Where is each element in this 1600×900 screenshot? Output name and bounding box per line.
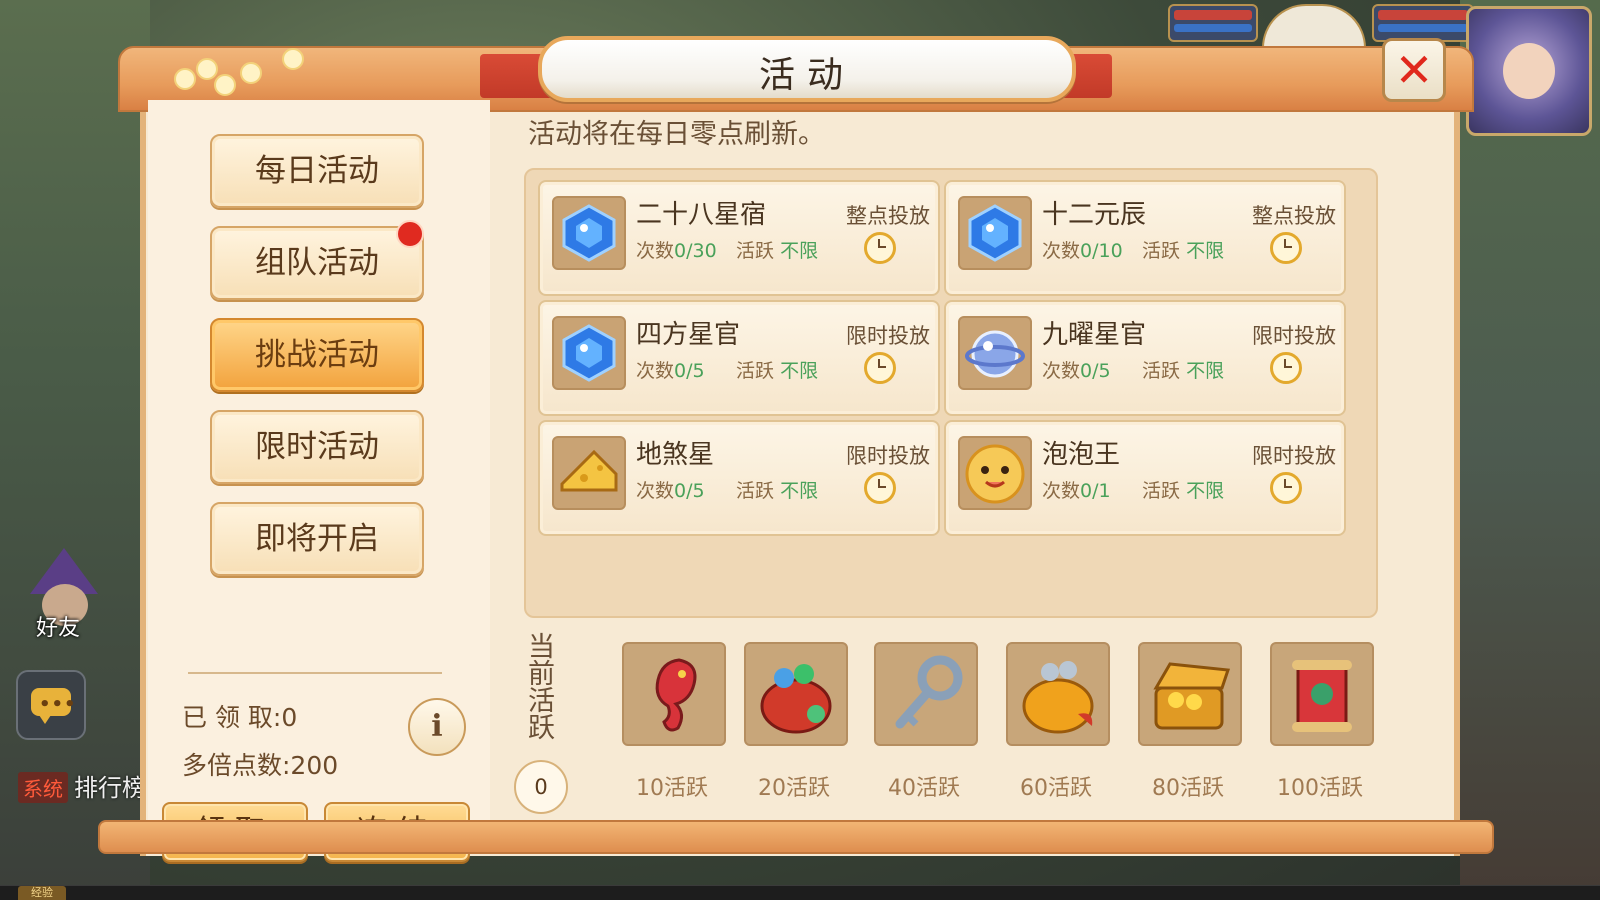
reward-chest-3[interactable]	[874, 642, 978, 746]
current-activity-value: 0	[514, 760, 568, 814]
coin-pot-icon	[1022, 661, 1094, 734]
reward-label: 40活跃	[888, 776, 960, 801]
activity-tag: 整点投放	[846, 204, 930, 228]
activity-count: 次数0/5	[636, 360, 705, 382]
activity-tag: 限时投放	[846, 444, 930, 468]
activity-name: 二十八星宿	[636, 200, 767, 230]
activity-count: 次数0/5	[636, 480, 705, 502]
activity-active: 活跃 不限	[736, 240, 819, 262]
reward-chest-5[interactable]	[1138, 642, 1242, 746]
tab-label: 限时活动	[255, 429, 379, 465]
plum-blossom-decoration	[154, 48, 314, 108]
activity-count: 次数0/10	[1042, 240, 1123, 262]
key-icon	[895, 655, 963, 729]
clock-icon	[864, 352, 896, 384]
activity-name: 泡泡王	[1042, 440, 1121, 470]
activity-tag: 限时投放	[846, 324, 930, 348]
title-plate: 活动	[538, 36, 1076, 102]
tab-label: 挑战活动	[255, 337, 379, 373]
treasure-chest-icon	[1153, 662, 1231, 730]
sidebar: 每日活动 组队活动 挑战活动 限时活动 即将开启 已 领 取:0 i 多倍点数:…	[148, 100, 490, 862]
chat-bubble-icon: •••	[31, 688, 76, 724]
blue-gem-icon	[958, 196, 1032, 270]
player-avatar[interactable]	[1466, 6, 1592, 136]
activity-card[interactable]: 二十八星宿 次数0/30 活跃 不限 整点投放	[538, 180, 940, 296]
exp-label: 经验	[18, 886, 66, 900]
tab-upcoming[interactable]: 即将开启	[210, 502, 424, 576]
activity-dialog: 活动 ✕ 每日活动 组队活动 挑战活动 限时活动 即将开启 已 领 取:0 i …	[98, 36, 1494, 874]
activity-tag: 整点投放	[1252, 204, 1336, 228]
activity-list: 二十八星宿 次数0/30 活跃 不限 整点投放 十二元辰 次数0/10 活跃 不…	[524, 168, 1378, 618]
clock-icon	[1270, 352, 1302, 384]
tab-daily[interactable]: 每日活动	[210, 134, 424, 208]
clock-icon	[1270, 232, 1302, 264]
tab-team[interactable]: 组队活动	[210, 220, 424, 300]
dialog-title: 活动	[758, 55, 855, 96]
reward-label: 10活跃	[636, 776, 708, 801]
tab-label: 组队活动	[255, 245, 379, 281]
activity-name: 地煞星	[636, 440, 715, 470]
activity-count: 次数0/30	[636, 240, 717, 262]
activity-card[interactable]: 泡泡王 次数0/1 活跃 不限 限时投放	[944, 420, 1346, 536]
tab-challenge[interactable]: 挑战活动	[210, 318, 424, 392]
notification-badge	[396, 220, 424, 248]
activity-name: 九曜星官	[1042, 320, 1147, 350]
orb-icon	[958, 316, 1032, 390]
reward-chest-1[interactable]	[622, 642, 726, 746]
activity-active: 活跃 不限	[1142, 360, 1225, 382]
system-tag: 系统	[18, 772, 68, 803]
activity-card[interactable]: 九曜星官 次数0/5 活跃 不限 限时投放	[944, 300, 1346, 416]
clock-icon	[1270, 472, 1302, 504]
close-button[interactable]: ✕	[1382, 38, 1446, 102]
activity-name: 十二元辰	[1042, 200, 1147, 230]
friend-button[interactable]: 好友	[18, 548, 108, 641]
info-button[interactable]: i	[408, 698, 466, 756]
blue-gem-icon	[552, 316, 626, 390]
claimed-count: 已 领 取:0	[182, 703, 298, 732]
activity-active: 活跃 不限	[736, 480, 819, 502]
friend-label: 好友	[36, 616, 81, 641]
activity-tag: 限时投放	[1252, 324, 1336, 348]
activity-active: 活跃 不限	[736, 360, 819, 382]
tab-label: 每日活动	[255, 153, 379, 189]
activity-card[interactable]: 十二元辰 次数0/10 活跃 不限 整点投放	[944, 180, 1346, 296]
activity-count: 次数0/1	[1042, 480, 1111, 502]
tab-label: 即将开启	[255, 521, 379, 557]
reward-label: 60活跃	[1020, 776, 1092, 801]
current-activity-label: 当前活跃	[528, 632, 555, 744]
activity-tag: 限时投放	[1252, 444, 1336, 468]
close-icon: ✕	[1394, 43, 1434, 97]
exp-bar	[0, 885, 1600, 900]
multiplier-points: 多倍点数:200	[182, 751, 339, 780]
reward-label: 80活跃	[1152, 776, 1224, 801]
dialog-footer-frame	[98, 820, 1494, 854]
reward-label: 100活跃	[1277, 776, 1363, 801]
reward-label: 20活跃	[758, 776, 830, 801]
chat-button[interactable]: •••	[16, 670, 86, 740]
reward-chest-2[interactable]	[744, 642, 848, 746]
clock-icon	[864, 232, 896, 264]
activity-count: 次数0/5	[1042, 360, 1111, 382]
refresh-notice: 活动将在每日零点刷新。	[528, 119, 825, 150]
reward-chest-6[interactable]	[1270, 642, 1374, 746]
gem-bag-icon	[760, 664, 832, 734]
activity-card[interactable]: 四方星官 次数0/5 活跃 不限 限时投放	[538, 300, 940, 416]
activity-card[interactable]: 地煞星 次数0/5 活跃 不限 限时投放	[538, 420, 940, 536]
reward-chest-4[interactable]	[1006, 642, 1110, 746]
cheese-icon	[552, 436, 626, 510]
tab-limited[interactable]: 限时活动	[210, 410, 424, 484]
clock-icon	[864, 472, 896, 504]
activity-name: 四方星官	[636, 320, 741, 350]
blue-gem-icon	[552, 196, 626, 270]
seahorse-icon	[655, 658, 697, 732]
bubble-face-icon	[958, 436, 1032, 510]
activity-active: 活跃 不限	[1142, 480, 1225, 502]
activity-active: 活跃 不限	[1142, 240, 1225, 262]
sidebar-divider	[188, 672, 442, 674]
scroll-icon	[1292, 660, 1352, 732]
